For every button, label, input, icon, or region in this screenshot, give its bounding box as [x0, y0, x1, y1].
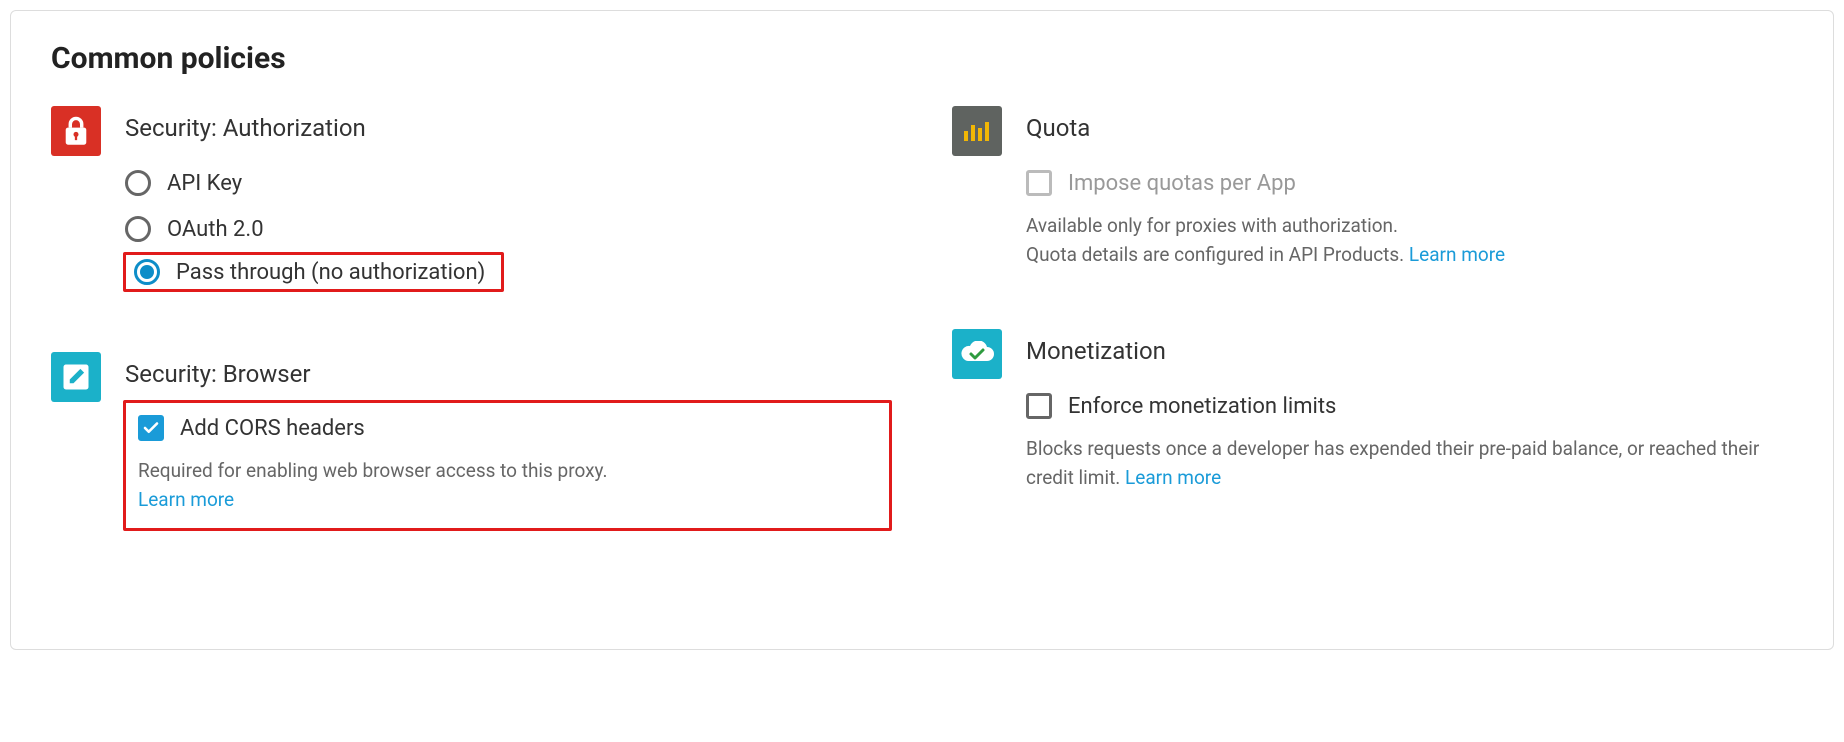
highlight-cors: Add CORS headers Required for enabling w… — [123, 400, 892, 531]
monetization-body: Monetization Enforce monetization limits… — [1026, 329, 1793, 492]
radio-pass-through-label: Pass through (no authorization) — [176, 260, 485, 285]
common-policies-panel: Common policies Security: Authorization — [10, 10, 1834, 650]
radio-api-key[interactable] — [125, 170, 151, 196]
checkbox-quota — [1026, 170, 1052, 196]
quota-help-text: Available only for proxies with authoriz… — [1026, 212, 1793, 269]
checkbox-row-quota: Impose quotas per App — [1026, 160, 1793, 206]
bars-icon — [952, 106, 1002, 156]
checkbox-cors-label: Add CORS headers — [180, 416, 365, 441]
checkbox-quota-label: Impose quotas per App — [1068, 171, 1296, 196]
checkbox-monetization[interactable] — [1026, 393, 1052, 419]
checkbox-row-cors[interactable]: Add CORS headers — [138, 413, 871, 451]
highlight-pass-through: Pass through (no authorization) — [123, 252, 504, 292]
cors-learn-more-link[interactable]: Learn more — [138, 488, 234, 511]
radio-row-api-key[interactable]: API Key — [125, 160, 892, 206]
right-column: Quota Impose quotas per App Available on… — [952, 106, 1793, 591]
lock-icon — [51, 106, 101, 156]
panel-title: Common policies — [51, 41, 1793, 76]
security-authorization-body: Security: Authorization API Key OAuth 2.… — [125, 106, 892, 292]
radio-api-key-label: API Key — [167, 171, 242, 196]
security-browser-section: Security: Browser Add CORS headers Requi… — [51, 352, 892, 531]
cloud-check-icon — [952, 329, 1002, 379]
quota-help-line2: Quota details are configured in API Prod… — [1026, 243, 1404, 266]
radio-pass-through[interactable] — [134, 259, 160, 285]
policy-columns: Security: Authorization API Key OAuth 2.… — [51, 106, 1793, 591]
quota-body: Quota Impose quotas per App Available on… — [1026, 106, 1793, 269]
radio-row-oauth[interactable]: OAuth 2.0 — [125, 206, 892, 252]
checkbox-row-monetization[interactable]: Enforce monetization limits — [1026, 383, 1793, 429]
monetization-help-text: Blocks requests once a developer has exp… — [1026, 435, 1793, 492]
security-browser-heading: Security: Browser — [125, 360, 892, 388]
monetization-learn-more-link[interactable]: Learn more — [1125, 466, 1221, 489]
radio-oauth-label: OAuth 2.0 — [167, 217, 264, 242]
radio-oauth[interactable] — [125, 216, 151, 242]
left-column: Security: Authorization API Key OAuth 2.… — [51, 106, 892, 591]
cors-help-text: Required for enabling web browser access… — [138, 457, 871, 514]
security-browser-body: Security: Browser Add CORS headers Requi… — [125, 352, 892, 531]
quota-section: Quota Impose quotas per App Available on… — [952, 106, 1793, 269]
cors-help: Required for enabling web browser access… — [138, 459, 608, 482]
quota-learn-more-link[interactable]: Learn more — [1409, 243, 1505, 266]
checkbox-monetization-label: Enforce monetization limits — [1068, 394, 1336, 419]
monetization-heading: Monetization — [1026, 337, 1793, 365]
quota-heading: Quota — [1026, 114, 1793, 142]
security-authorization-heading: Security: Authorization — [125, 114, 892, 142]
monetization-section: Monetization Enforce monetization limits… — [952, 329, 1793, 492]
checkbox-cors[interactable] — [138, 415, 164, 441]
quota-help-line1: Available only for proxies with authoriz… — [1026, 214, 1398, 237]
security-authorization-section: Security: Authorization API Key OAuth 2.… — [51, 106, 892, 292]
pencil-icon — [51, 352, 101, 402]
